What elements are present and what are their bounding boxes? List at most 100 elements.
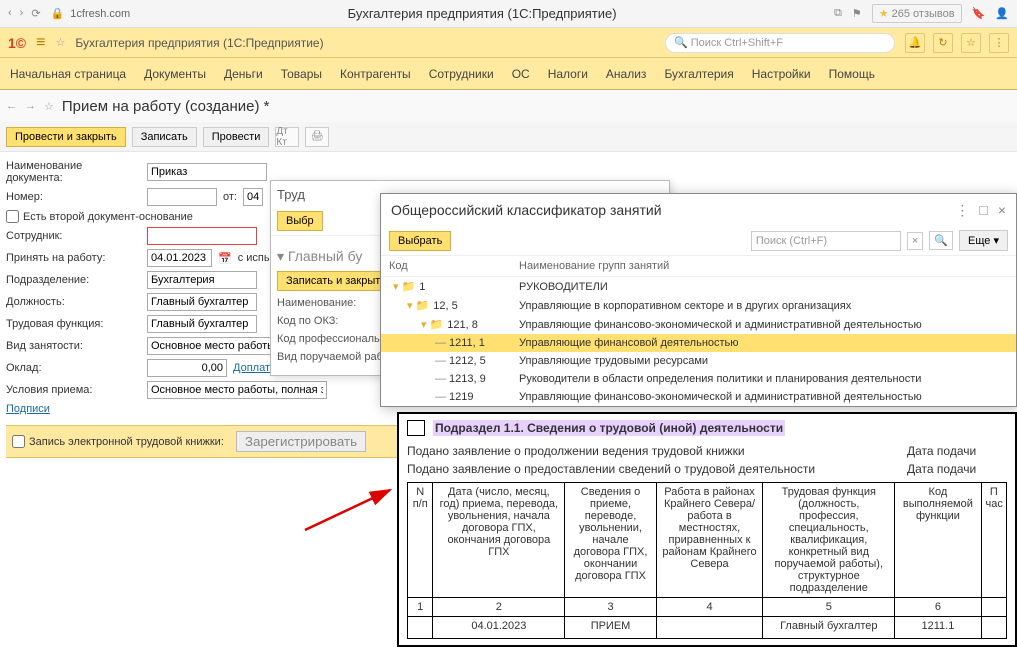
back-arrow-icon[interactable]: ← — [6, 100, 17, 112]
second-doc-checkbox[interactable] — [6, 210, 19, 223]
signatures-link[interactable]: Подписи — [6, 403, 50, 415]
favorite-icon[interactable]: ☆ — [961, 33, 981, 53]
hire-date-label: Принять на работу: — [6, 252, 141, 264]
profile-icon[interactable]: 👤 — [995, 7, 1009, 20]
nav-tab[interactable]: Бухгалтерия — [664, 67, 733, 81]
history-icon[interactable]: ↻ — [933, 33, 953, 53]
nav-tab[interactable]: Помощь — [829, 67, 875, 81]
search-icon[interactable]: 🔍 — [929, 231, 953, 250]
maximize-icon[interactable]: □ — [979, 202, 987, 219]
reload-icon[interactable]: ⟳ — [31, 7, 40, 20]
item-icon: — — [435, 373, 445, 385]
doc-name-input[interactable] — [147, 163, 267, 181]
okz-search-input[interactable]: Поиск (Ctrl+F) — [751, 231, 901, 251]
tree-row[interactable]: —1219Управляющие финансово-экономической… — [381, 388, 1016, 406]
select-button[interactable]: Выбр — [277, 211, 323, 231]
employment-table: N п/пДата (число, месяц, год) приема, пе… — [407, 482, 1007, 639]
employment-type-label: Вид занятости: — [6, 340, 141, 352]
reviews-badge[interactable]: ★ 265 отзывов — [872, 4, 962, 23]
nav-tab[interactable]: Анализ — [606, 67, 647, 81]
record-label: Запись электронной трудовой книжки: — [29, 436, 224, 448]
function-input[interactable] — [147, 315, 257, 333]
report-icon[interactable]: Дт Кт — [275, 127, 299, 147]
nav-tab[interactable]: Налоги — [548, 67, 588, 81]
table-colnum: 5 — [763, 598, 895, 617]
nav-tab[interactable]: Контрагенты — [340, 67, 411, 81]
section-square-icon — [407, 420, 425, 436]
tree-row[interactable]: ▾ 📁12, 5Управляющие в корпоративном сект… — [381, 296, 1016, 315]
position-input[interactable] — [147, 293, 257, 311]
back-icon[interactable]: ‹ — [8, 7, 12, 20]
tree-row[interactable]: —1212, 5Управляющие трудовыми ресурсами — [381, 352, 1016, 370]
salary-input[interactable] — [147, 359, 227, 377]
table-cell: 04.01.2023 — [433, 617, 565, 639]
collapse-icon[interactable]: ▾ — [277, 248, 284, 264]
employment-type-input[interactable] — [147, 337, 277, 355]
forward-arrow-icon[interactable]: → — [25, 100, 36, 112]
close-icon[interactable]: × — [998, 202, 1006, 219]
department-label: Подразделение: — [6, 274, 141, 286]
global-search[interactable]: 🔍 Поиск Ctrl+Shift+F — [665, 33, 895, 53]
tree-row[interactable]: ▾ 📁121, 8Управляющие финансово-экономиче… — [381, 315, 1016, 334]
tree-code: 1212, 5 — [449, 355, 486, 367]
save-close-button[interactable]: Провести и закрыть — [6, 127, 126, 147]
write-button[interactable]: Записать — [132, 127, 197, 147]
conditions-input[interactable] — [147, 381, 327, 399]
position-label: Должность: — [6, 296, 141, 308]
table-header: N п/п — [408, 483, 433, 598]
tree-row[interactable]: —1213, 9Руководители в области определен… — [381, 370, 1016, 388]
search-icon: 🔍 — [674, 36, 688, 49]
print-icon[interactable]: 🖨 — [305, 127, 329, 147]
nav-tab[interactable]: Товары — [281, 67, 322, 81]
nav-tab[interactable]: Деньги — [224, 67, 263, 81]
okz-select-button[interactable]: Выбрать — [389, 231, 451, 251]
form-title: Прием на работу (создание) * — [62, 98, 270, 115]
tree-code: 121, 8 — [447, 319, 478, 331]
main-nav: Начальная страница Документы Деньги Товары К… — [0, 58, 1017, 90]
post-button[interactable]: Провести — [203, 127, 270, 147]
browser-chrome: ‹ › ⟳ 🔒 1cfresh.com Бухгалтерия предприя… — [0, 0, 1017, 28]
clear-search-icon[interactable]: × — [907, 232, 923, 250]
table-cell: Главный бухгалтер — [763, 617, 895, 639]
bell-icon[interactable]: 🔔 — [905, 33, 925, 53]
more-icon[interactable]: ⋮ — [989, 33, 1009, 53]
star-icon[interactable]: ☆ — [55, 36, 65, 49]
nav-tab[interactable]: ОС — [512, 67, 530, 81]
nav-tab[interactable]: Документы — [144, 67, 206, 81]
okz-classifier-panel: Общероссийский классификатор занятий ⋮ □… — [380, 193, 1017, 407]
forward-icon[interactable]: › — [20, 7, 24, 20]
star-icon[interactable]: ☆ — [44, 100, 54, 113]
number-input[interactable] — [147, 188, 217, 206]
address-bar[interactable]: 🔒 1cfresh.com — [51, 7, 131, 20]
from-label: от: — [223, 191, 237, 203]
tree-row[interactable]: ▾ 📁1РУКОВОДИТЕЛИ — [381, 277, 1016, 296]
from-date-input[interactable] — [243, 188, 263, 206]
form-header: ← → ☆ Прием на работу (создание) * — [0, 90, 1017, 122]
register-button[interactable]: Зарегистрировать — [236, 431, 366, 452]
hire-date-input[interactable] — [147, 249, 212, 267]
tree-name: Руководители в области определения полит… — [519, 373, 921, 385]
department-input[interactable] — [147, 271, 257, 289]
tree-name: РУКОВОДИТЕЛИ — [519, 281, 608, 293]
okz-tree: КодНаименование групп занятий ▾ 📁1РУКОВО… — [381, 256, 1016, 406]
number-label: Номер: — [6, 191, 141, 203]
employee-input[interactable] — [147, 227, 257, 245]
tree-row[interactable]: —1211, 1Управляющие финансовой деятельно… — [381, 334, 1016, 352]
menu-icon[interactable]: ≡ — [36, 34, 45, 52]
kebab-icon[interactable]: ⋮ — [955, 202, 969, 219]
code-header: Код — [389, 260, 519, 272]
calendar-icon[interactable]: 📅 — [218, 252, 232, 265]
extension-icon[interactable]: ⧉ — [834, 7, 842, 20]
url-text: 1cfresh.com — [70, 8, 130, 20]
write-close-button[interactable]: Записать и закрыт — [277, 271, 389, 291]
more-button[interactable]: Еще ▾ — [959, 230, 1008, 251]
record-checkbox[interactable] — [12, 435, 25, 448]
table-header: Дата (число, месяц, год) приема, перевод… — [433, 483, 565, 598]
table-colnum: 2 — [433, 598, 565, 617]
nav-tab[interactable]: Настройки — [752, 67, 811, 81]
nav-tab[interactable]: Сотрудники — [429, 67, 494, 81]
flag-icon[interactable]: ⚑ — [852, 7, 862, 20]
bookmark-icon[interactable]: 🔖 — [972, 7, 986, 20]
table-colnum: 4 — [656, 598, 763, 617]
nav-tab[interactable]: Начальная страница — [10, 67, 126, 81]
